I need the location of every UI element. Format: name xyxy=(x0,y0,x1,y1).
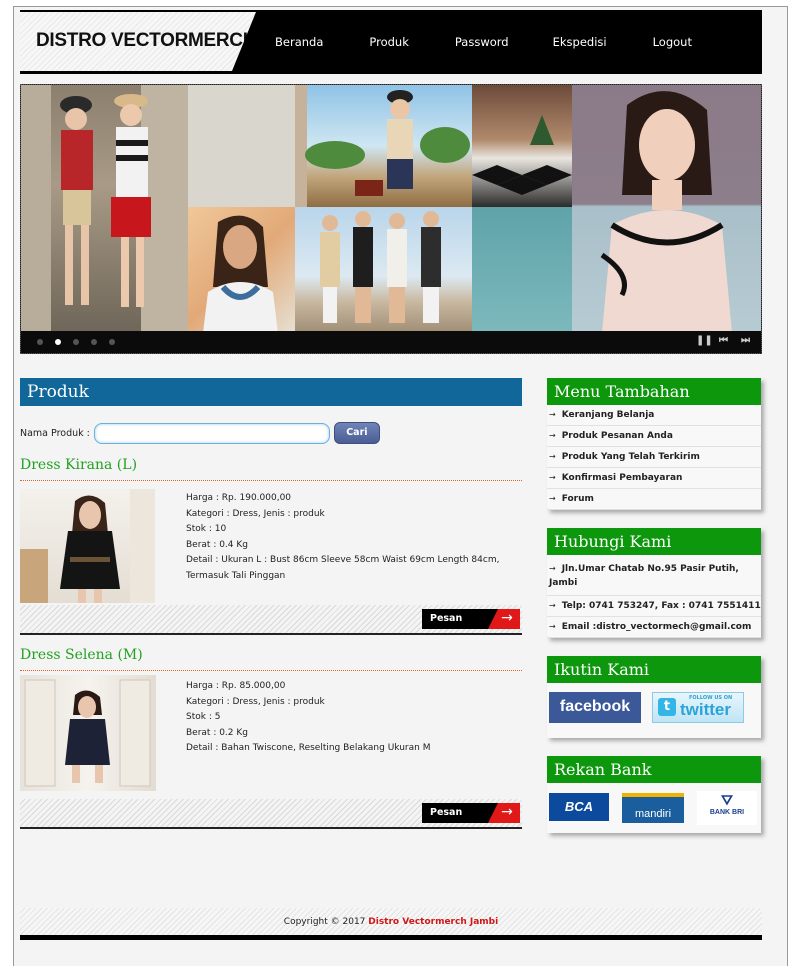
product-detail: Detail : Ukuran L : Bust 86cm Sleeve 58c… xyxy=(186,555,500,581)
bri-emblem-icon: ⛛ xyxy=(721,792,733,808)
slider-dot-4[interactable] xyxy=(91,339,97,345)
next-icon[interactable]: ⏭ xyxy=(741,335,750,346)
site-logo[interactable]: DISTRO VECTORMERCH xyxy=(36,30,256,52)
copyright-brand[interactable]: Distro Vectormerch Jambi xyxy=(368,917,498,927)
copyright-text: Copyright © 2017 xyxy=(283,917,369,927)
product-name[interactable]: Dress Selena (M) xyxy=(20,647,522,671)
product-price: Harga : Rp. 85.000,00 xyxy=(186,681,286,691)
product-stock: Stok : 10 xyxy=(186,524,227,534)
menu-item-konfirmasi[interactable]: Konfirmasi Pembayaran xyxy=(547,468,761,489)
bri-label: BANK BRI xyxy=(709,809,745,816)
slide-photo-aqua xyxy=(472,207,572,333)
ikutin-kami-title: Ikutin Kami xyxy=(547,656,761,683)
twitter-icon[interactable]: t FOLLOW US ON twitter xyxy=(652,692,744,723)
section-title-produk: Produk xyxy=(20,378,522,406)
rekan-bank-title: Rekan Bank xyxy=(547,756,761,783)
contact-list: Jln.Umar Chatab No.95 Pasir Putih, Jambi… xyxy=(547,555,761,638)
bca-logo: BCA xyxy=(549,793,609,821)
image-slider[interactable]: ❚❚ ⏮ ⏭ xyxy=(20,84,762,354)
product-name[interactable]: Dress Kirana (L) xyxy=(20,457,522,481)
mandiri-label: mandiri xyxy=(634,808,672,820)
product-category: Kategori : Dress, Jenis : produk xyxy=(186,696,325,707)
product-footer: Pesan → xyxy=(20,799,522,829)
product-card: Dress Kirana (L) Harga : Rp. 190.000,00 … xyxy=(20,457,522,635)
pause-icon[interactable]: ❚❚ xyxy=(696,335,713,346)
nav-logout[interactable]: Logout xyxy=(653,35,692,49)
slide-photo-actress xyxy=(572,85,761,333)
product-details: Harga : Rp. 190.000,00 Kategori : Dress,… xyxy=(186,491,516,584)
product-price: Harga : Rp. 190.000,00 xyxy=(186,493,292,503)
mandiri-logo: mandiri xyxy=(622,793,684,823)
twitter-label: twitter xyxy=(680,700,731,719)
search-label: Nama Produk : xyxy=(20,427,90,439)
nav-beranda[interactable]: Beranda xyxy=(275,35,323,49)
product-footer: Pesan → xyxy=(20,605,522,635)
slider-dot-2[interactable] xyxy=(55,339,61,345)
order-button-label: Pesan xyxy=(430,613,463,624)
bca-label: BCA xyxy=(564,799,594,814)
nav-ekspedisi[interactable]: Ekspedisi xyxy=(553,35,607,49)
contact-address: Jln.Umar Chatab No.95 Pasir Putih, Jambi xyxy=(547,557,761,596)
contact-phone: Telp: 0741 753247, Fax : 0741 7551411 xyxy=(547,596,761,617)
slide-photo-beach xyxy=(295,85,472,207)
bank-logos: BCA mandiri ⛛ BANK BRI xyxy=(547,783,761,833)
product-image[interactable] xyxy=(20,675,156,791)
slide-photo-group xyxy=(295,207,472,333)
arrow-right-icon: → xyxy=(488,609,520,629)
hubungi-kami-title: Hubungi Kami xyxy=(547,528,761,555)
product-body: Harga : Rp. 190.000,00 Kategori : Dress,… xyxy=(20,481,522,605)
slider-dot-5[interactable] xyxy=(109,339,115,345)
main-nav: Beranda Produk Password Ekspedisi Logout xyxy=(275,12,738,71)
order-button-label: Pesan xyxy=(430,807,463,818)
order-button[interactable]: Pesan → xyxy=(422,803,520,823)
slide-photo-portrait xyxy=(188,207,295,333)
product-name-input[interactable] xyxy=(93,422,330,444)
arrow-right-icon: → xyxy=(488,803,520,823)
slide-photo-boutique xyxy=(472,85,572,207)
menu-item-keranjang[interactable]: Keranjang Belanja xyxy=(547,405,761,426)
facebook-icon[interactable]: facebook xyxy=(549,692,641,723)
nav-password[interactable]: Password xyxy=(455,35,509,49)
contact-email: Email :distro_vectormech@gmail.com xyxy=(547,617,761,638)
product-body: Harga : Rp. 85.000,00 Kategori : Dress, … xyxy=(20,671,522,799)
slider-control-bar: ❚❚ ⏮ ⏭ xyxy=(21,331,761,353)
site-header: DISTRO VECTORMERCH Beranda Produk Passwo… xyxy=(20,10,762,74)
menu-item-forum[interactable]: Forum xyxy=(547,489,761,510)
order-button[interactable]: Pesan → xyxy=(422,609,520,629)
ikutin-kami-box: Ikutin Kami facebook t FOLLOW US ON twit… xyxy=(547,656,761,738)
product-category: Kategori : Dress, Jenis : produk xyxy=(186,508,325,519)
nav-produk[interactable]: Produk xyxy=(369,35,409,49)
menu-tambahan-list: Keranjang Belanja Produk Pesanan Anda Pr… xyxy=(547,405,761,510)
product-image[interactable] xyxy=(20,489,155,603)
product-stock: Stok : 5 xyxy=(186,712,221,722)
slide-photo-studio xyxy=(188,85,295,207)
rekan-bank-box: Rekan Bank BCA mandiri ⛛ BANK BRI xyxy=(547,756,761,833)
sidebar: Menu Tambahan Keranjang Belanja Produk P… xyxy=(547,378,761,851)
twitter-bird-icon: t xyxy=(658,698,676,716)
social-links: facebook t FOLLOW US ON twitter xyxy=(547,683,761,738)
product-details: Harga : Rp. 85.000,00 Kategori : Dress, … xyxy=(186,679,516,757)
page-wrapper: DISTRO VECTORMERCH Beranda Produk Passwo… xyxy=(20,10,762,940)
menu-item-pesanan[interactable]: Produk Pesanan Anda xyxy=(547,426,761,447)
menu-tambahan-title: Menu Tambahan xyxy=(547,378,761,405)
menu-item-terkirim[interactable]: Produk Yang Telah Terkirim xyxy=(547,447,761,468)
search-button[interactable]: Cari xyxy=(333,422,380,444)
slider-dot-1[interactable] xyxy=(37,339,43,345)
menu-tambahan-box: Menu Tambahan Keranjang Belanja Produk P… xyxy=(547,378,761,510)
product-card: Dress Selena (M) Harga : Rp. 85.000,00 K… xyxy=(20,647,522,829)
main-content: Produk Nama Produk : Cari Dress Kirana (… xyxy=(20,378,522,829)
bri-logo: ⛛ BANK BRI xyxy=(697,791,757,825)
site-footer: Copyright © 2017 Distro Vectormerch Jamb… xyxy=(20,908,762,940)
hubungi-kami-box: Hubungi Kami Jln.Umar Chatab No.95 Pasir… xyxy=(547,528,761,638)
product-weight: Berat : 0.2 Kg xyxy=(186,727,248,738)
product-weight: Berat : 0.4 Kg xyxy=(186,539,248,550)
product-search: Nama Produk : Cari xyxy=(20,421,522,445)
product-detail: Detail : Bahan Twiscone, Reselting Belak… xyxy=(186,743,431,753)
slider-dot-3[interactable] xyxy=(73,339,79,345)
facebook-label: facebook xyxy=(559,698,631,715)
slide-photo-models-street xyxy=(21,85,188,333)
previous-icon[interactable]: ⏮ xyxy=(719,335,728,346)
